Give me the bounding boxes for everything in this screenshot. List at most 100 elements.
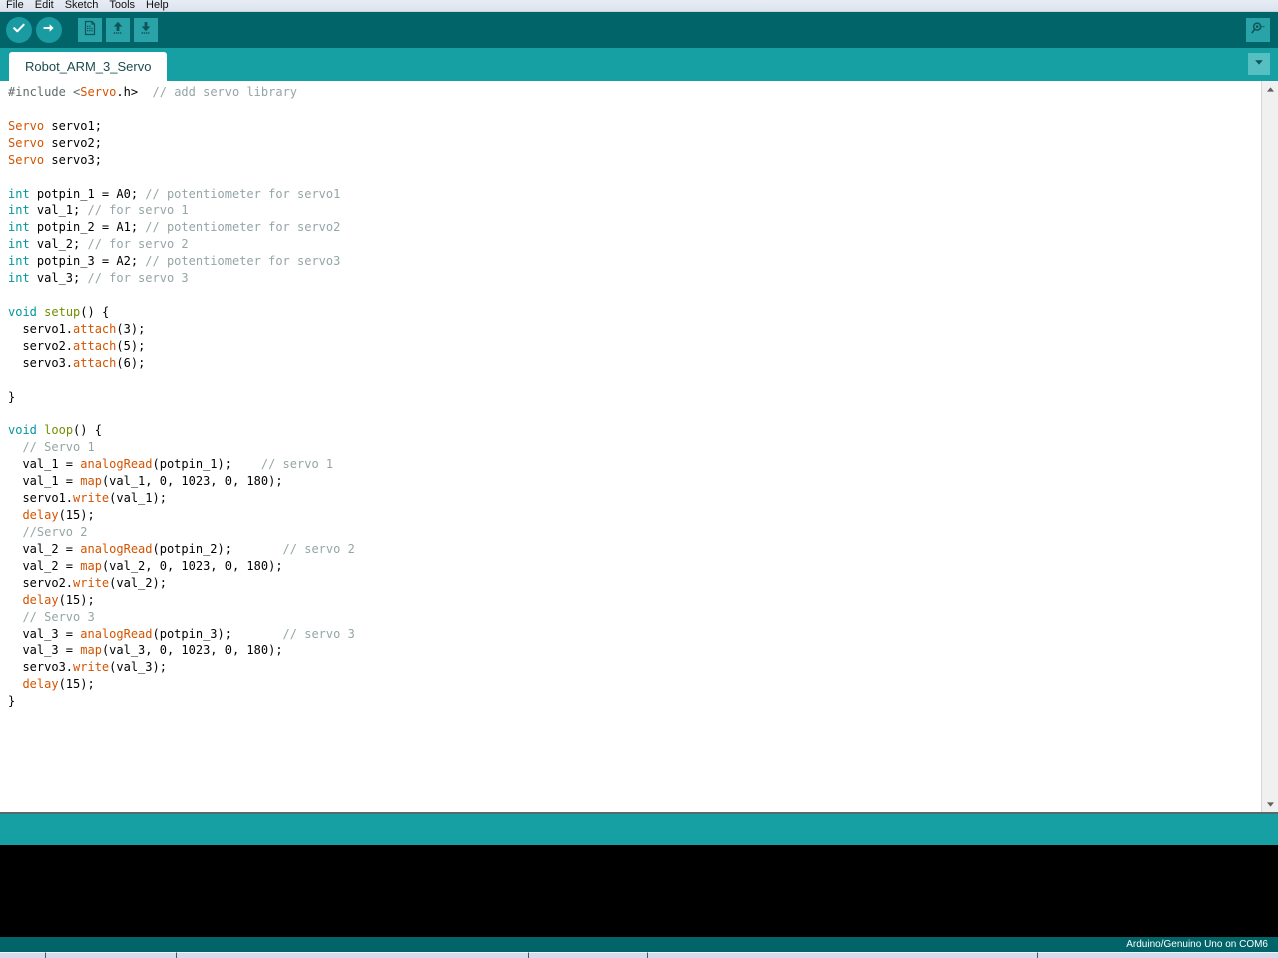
code-text[interactable]: #include <Servo.h> // add servo library … <box>0 81 1260 812</box>
code-token: attach <box>73 338 117 353</box>
code-token: analogRead <box>80 457 153 472</box>
editor-status-strip <box>0 812 1278 845</box>
code-line: servo2.write(val_2); <box>8 575 1260 592</box>
code-token: #include <box>8 85 74 99</box>
menu-item-sketch[interactable]: Sketch <box>64 0 105 11</box>
new-button[interactable] <box>78 18 102 42</box>
taskbar-window-1[interactable] <box>177 952 529 958</box>
code-token: void <box>8 304 37 319</box>
code-token: // for servo 3 <box>87 271 189 286</box>
tab-robot-arm-3-servo[interactable]: Robot_ARM_3_Servo <box>9 52 168 81</box>
code-token: Servo <box>8 152 45 167</box>
document-icon <box>82 20 98 41</box>
scroll-down-button[interactable] <box>1262 796 1278 812</box>
menu-item-edit[interactable]: Edit <box>34 0 60 11</box>
code-token: void <box>8 423 37 438</box>
code-editor[interactable]: #include <Servo.h> // add servo library … <box>0 81 1278 812</box>
code-token: (val_3); <box>109 660 167 675</box>
code-token: (6); <box>116 355 146 370</box>
serial-monitor-button[interactable] <box>1246 18 1270 42</box>
code-token: (val_3, 0, 1023, 0, 180); <box>101 643 283 658</box>
code-token: Servo <box>80 85 117 99</box>
taskbar-quicklaunch[interactable] <box>46 952 177 958</box>
chevron-down-icon <box>1253 55 1265 73</box>
tab-menu-button[interactable] <box>1248 53 1270 75</box>
code-token: //Servo 2 <box>22 524 88 539</box>
arrow-down-icon <box>138 20 154 41</box>
menu-item-help[interactable]: Help <box>145 0 175 11</box>
open-button[interactable] <box>106 18 130 42</box>
taskbar-window-3[interactable] <box>648 952 1038 958</box>
code-token: (potpin_3); <box>152 626 283 641</box>
code-line: val_2 = map(val_2, 0, 1023, 0, 180); <box>8 558 1260 575</box>
code-line: val_3 = analogRead(potpin_3); // servo 3 <box>8 626 1260 643</box>
console-output[interactable] <box>0 845 1278 937</box>
code-line: int val_2; // for servo 2 <box>8 236 1260 253</box>
code-token: setup <box>44 304 81 319</box>
code-token: (potpin_2); <box>152 541 283 556</box>
upload-button[interactable] <box>36 17 62 43</box>
save-button[interactable] <box>134 18 158 42</box>
code-token: delay <box>22 508 59 523</box>
arrow-right-icon <box>41 20 57 41</box>
scroll-up-button[interactable] <box>1262 81 1278 97</box>
code-line: servo1.attach(3); <box>8 321 1260 338</box>
code-line: int potpin_3 = A2; // potentiometer for … <box>8 253 1260 270</box>
code-token: int <box>8 237 30 252</box>
taskbar-start-button[interactable] <box>0 952 46 958</box>
code-token: () { <box>73 423 102 438</box>
code-line: Servo servo3; <box>8 152 1260 169</box>
code-token: val_2; <box>29 237 88 252</box>
menu-item-tools[interactable]: Tools <box>108 0 141 11</box>
code-token: servo2; <box>44 135 102 150</box>
code-line: int val_1; // for servo 1 <box>8 202 1260 219</box>
code-token: map <box>80 643 102 658</box>
magnifier-icon <box>1250 20 1266 41</box>
code-token: write <box>73 491 110 506</box>
code-token: analogRead <box>80 541 153 556</box>
code-token: map <box>80 474 102 489</box>
code-line: int potpin_1 = A0; // potentiometer for … <box>8 186 1260 203</box>
code-token: servo3. <box>8 660 74 675</box>
code-line: int potpin_2 = A1; // potentiometer for … <box>8 219 1260 236</box>
code-line: val_1 = analogRead(potpin_1); // servo 1 <box>8 456 1260 473</box>
code-token: (15); <box>58 508 95 523</box>
code-token: (15); <box>58 592 95 607</box>
code-line: } <box>8 693 1260 710</box>
verify-button[interactable] <box>6 17 32 43</box>
code-token: (val_2, 0, 1023, 0, 180); <box>101 558 283 573</box>
code-token: Servo <box>8 118 45 133</box>
code-token: (5); <box>116 338 146 353</box>
code-token: servo3; <box>44 152 102 167</box>
code-token: // Servo 3 <box>22 609 95 624</box>
menu-item-file[interactable]: File <box>5 0 30 11</box>
taskbar-window-2[interactable] <box>529 952 648 958</box>
code-token: potpin_1 = A0; <box>29 186 146 201</box>
code-token: loop <box>44 423 74 438</box>
code-token: delay <box>22 592 59 607</box>
tab-label: Robot_ARM_3_Servo <box>25 59 152 74</box>
code-line: // Servo 1 <box>8 439 1260 456</box>
arduino-ide-window: File Edit Sketch Tools Help Robot_ARM_3_… <box>0 0 1278 958</box>
code-token: val_2 = <box>8 558 81 573</box>
code-token: servo1. <box>8 491 74 506</box>
code-line: servo3.write(val_3); <box>8 659 1260 676</box>
menu-bar: File Edit Sketch Tools Help <box>0 0 1278 12</box>
taskbar-tray[interactable] <box>1038 952 1278 958</box>
editor-vertical-scrollbar[interactable] <box>1261 81 1278 812</box>
toolbar-buttons <box>0 17 158 43</box>
code-token: // for servo 2 <box>87 237 189 252</box>
arrow-up-icon <box>110 20 126 41</box>
code-token: servo3. <box>8 355 74 370</box>
code-token: int <box>8 186 30 201</box>
code-line: delay(15); <box>8 676 1260 693</box>
code-token: int <box>8 203 30 218</box>
code-token: (val_1, 0, 1023, 0, 180); <box>101 474 283 489</box>
